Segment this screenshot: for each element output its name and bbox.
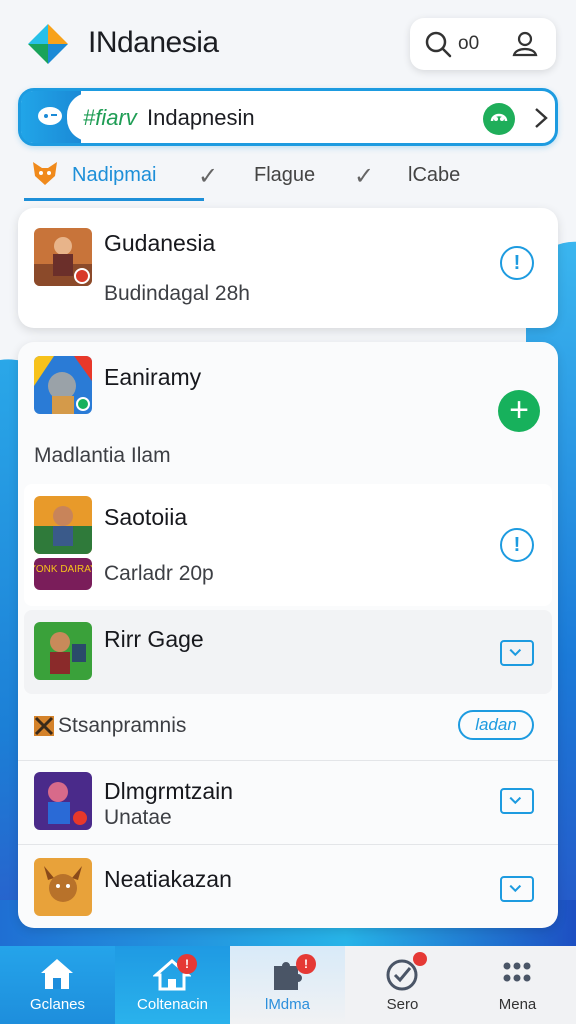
thumb-badge-text: YONK DAIRAY bbox=[34, 564, 92, 575]
divider bbox=[18, 844, 558, 845]
nav-item-home[interactable]: Gclanes bbox=[0, 946, 115, 1024]
game-thumbnail bbox=[34, 622, 92, 680]
fox-icon bbox=[33, 162, 57, 185]
nav-label: Gclanes bbox=[29, 996, 86, 1013]
section-label: Madlantia Ilam bbox=[34, 444, 171, 467]
nav-label: Mena bbox=[498, 996, 537, 1013]
group-label: Stsanpramnis bbox=[58, 714, 187, 737]
notification-dot bbox=[413, 952, 427, 966]
chat-icon bbox=[38, 107, 62, 125]
list-item[interactable]: YONK DAIRAY Saotoiia Carladr 20p ! bbox=[24, 484, 552, 606]
nav-label: Sero bbox=[386, 996, 419, 1013]
tag-button[interactable]: ladan bbox=[458, 710, 534, 740]
header-tool-text[interactable]: o0 bbox=[458, 33, 479, 55]
app-header: INdanesia o0 bbox=[0, 0, 576, 86]
info-button[interactable]: ! bbox=[500, 246, 534, 280]
nav-item-2[interactable]: ! Coltenacin bbox=[115, 946, 230, 1024]
list-item[interactable]: Rirr Gage bbox=[24, 610, 552, 694]
game-thumbnail bbox=[34, 858, 92, 916]
app-title: INdanesia bbox=[88, 26, 219, 59]
game-subtitle: Carladr 20p bbox=[104, 562, 214, 585]
nav-label: lMdma bbox=[264, 996, 310, 1013]
bottom-navigation: Gclanes ! Coltenacin ! lMdma Sero Mena bbox=[0, 946, 576, 1024]
search-bar[interactable]: #fiarv Indapnesin bbox=[18, 88, 558, 146]
game-title: Gudanesia bbox=[104, 230, 216, 256]
search-hashtag: #fiarv bbox=[83, 105, 137, 130]
nav-item-4[interactable]: Sero bbox=[345, 946, 460, 1024]
tab-1[interactable]: Nadipmai bbox=[72, 164, 156, 187]
tab-bar: Nadipmai ✓ Flague ✓ lCabe bbox=[20, 152, 560, 204]
nav-item-3[interactable]: ! lMdma bbox=[230, 946, 345, 1024]
game-logo-thumbnail: YONK DAIRAY bbox=[34, 558, 92, 590]
tab-3[interactable]: lCabe bbox=[408, 164, 460, 187]
search-query: Indapnesin bbox=[147, 105, 255, 130]
check-icon: ✓ bbox=[354, 163, 375, 190]
chevron-right-icon[interactable] bbox=[529, 105, 553, 131]
search-icon[interactable] bbox=[424, 30, 452, 58]
profile-icon[interactable] bbox=[510, 29, 540, 59]
game-title: Neatiakazan bbox=[104, 866, 232, 892]
game-thumbnail bbox=[34, 772, 92, 830]
notification-badge: ! bbox=[177, 954, 197, 974]
download-button[interactable] bbox=[500, 788, 534, 814]
game-title: Rirr Gage bbox=[104, 626, 204, 652]
game-title: Eaniramy bbox=[104, 364, 202, 390]
app-logo-icon bbox=[28, 24, 68, 64]
game-title: Dlmgrmtzain bbox=[104, 778, 234, 804]
game-subtitle: Budindagal 28h bbox=[104, 282, 250, 305]
divider bbox=[18, 760, 558, 761]
voice-search-icon[interactable] bbox=[483, 103, 515, 135]
search-input[interactable]: #fiarv Indapnesin bbox=[67, 93, 548, 141]
download-button[interactable] bbox=[500, 876, 534, 902]
game-subtitle: Unatae bbox=[104, 806, 172, 829]
game-list-card: Eaniramy + Madlantia Ilam YONK DAIRAY Sa… bbox=[18, 342, 558, 928]
active-tab-indicator bbox=[24, 198, 204, 201]
game-thumbnail bbox=[34, 356, 92, 414]
home-icon bbox=[41, 959, 73, 989]
download-button[interactable] bbox=[500, 640, 534, 666]
notification-badge: ! bbox=[296, 954, 316, 974]
tab-2[interactable]: Flague bbox=[254, 164, 315, 187]
game-thumbnail bbox=[34, 228, 92, 286]
check-icon: ✓ bbox=[198, 163, 219, 190]
game-card[interactable]: Gudanesia Budindagal 28h ! bbox=[18, 208, 558, 328]
grid-icon bbox=[503, 962, 531, 982]
header-toolbar: o0 bbox=[410, 18, 556, 70]
info-button[interactable]: ! bbox=[500, 528, 534, 562]
add-button[interactable]: + bbox=[498, 390, 540, 432]
nav-label: Coltenacin bbox=[137, 996, 208, 1013]
game-title: Saotoiia bbox=[104, 504, 188, 530]
nav-item-menu[interactable]: Mena bbox=[460, 946, 576, 1024]
game-thumbnail bbox=[34, 496, 92, 554]
category-icon bbox=[34, 716, 54, 736]
